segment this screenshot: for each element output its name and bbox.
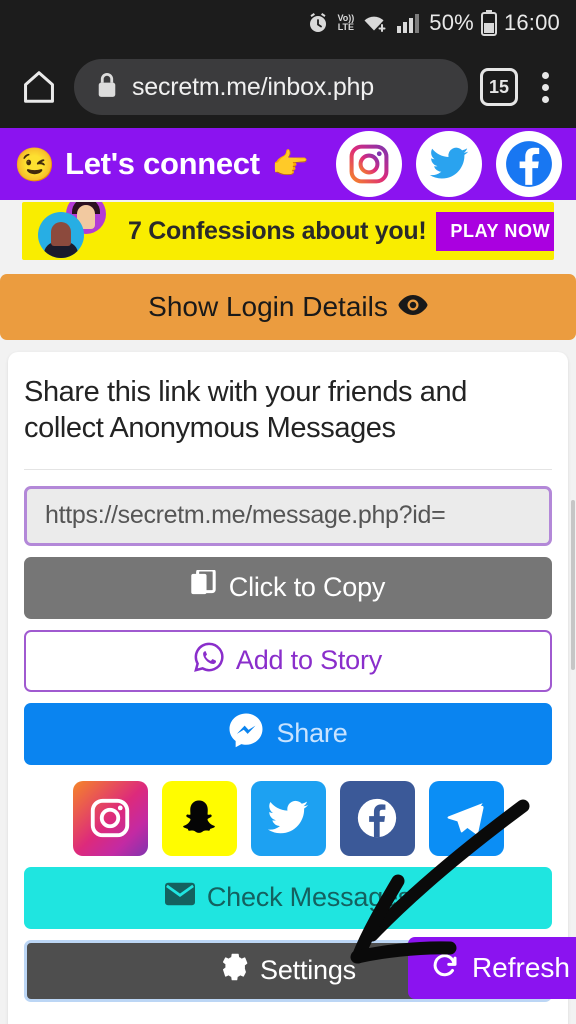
- whatsapp-icon: [194, 642, 224, 679]
- connect-social-icons: [336, 131, 562, 197]
- click-to-copy-label: Click to Copy: [228, 572, 386, 602]
- show-login-details-button[interactable]: Show Login Details: [0, 274, 576, 340]
- show-login-details-label: Show Login Details: [148, 291, 388, 322]
- facebook-icon[interactable]: [496, 131, 562, 197]
- page-title: Share this link with your friends and co…: [24, 376, 467, 445]
- refresh-button[interactable]: Refresh: [407, 937, 576, 999]
- tab-counter-button[interactable]: 15: [480, 68, 518, 106]
- page-scrollbar[interactable]: [571, 500, 575, 670]
- copy-icon: [191, 568, 217, 605]
- ad-banner[interactable]: 7 Confessions about you! PLAY NOW: [22, 202, 554, 260]
- ad-avatars: [32, 202, 118, 260]
- card-spacer: [24, 1002, 552, 1016]
- avatar: [38, 212, 84, 258]
- android-status-bar: Vo)) LTE 50% 16:00: [0, 0, 576, 46]
- address-bar[interactable]: secretm.me/inbox.php: [74, 59, 468, 115]
- web-page-content: 😉 Let's connect 👉 7 Confessions about yo…: [0, 128, 576, 1024]
- twitter-icon[interactable]: [250, 780, 326, 856]
- volte-icon: Vo)) LTE: [337, 13, 355, 32]
- connect-banner-label: Let's connect: [65, 146, 260, 181]
- instagram-icon[interactable]: [336, 131, 402, 197]
- add-to-story-button[interactable]: Add to Story: [24, 629, 552, 692]
- share-link-input[interactable]: [24, 485, 552, 546]
- browser-toolbar: secretm.me/inbox.php 15: [0, 46, 576, 128]
- share-link-card: Share this link with your friends and co…: [8, 352, 568, 1024]
- social-share-row: [24, 780, 552, 856]
- home-icon[interactable]: [16, 64, 62, 110]
- settings-label: Settings: [260, 955, 356, 985]
- url-text: secretm.me/inbox.php: [132, 72, 374, 101]
- clock-label: 16:00: [503, 10, 560, 35]
- wink-emoji: 😉: [14, 145, 56, 183]
- messenger-share-label: Share: [276, 718, 348, 748]
- alarm-clock-icon: [306, 11, 330, 35]
- check-messages-button[interactable]: Check Messages: [24, 866, 552, 929]
- wifi-icon: [361, 12, 389, 34]
- three-dot-menu-icon[interactable]: [530, 71, 560, 103]
- ad-headline: 7 Confessions about you!: [128, 216, 427, 245]
- refresh-icon: [430, 950, 460, 987]
- twitter-icon[interactable]: [416, 131, 482, 197]
- snapchat-icon[interactable]: [161, 780, 237, 856]
- add-to-story-label: Add to Story: [235, 645, 383, 675]
- lock-icon: [96, 72, 118, 103]
- login-button-wrapper: Show Login Details: [0, 274, 576, 340]
- click-to-copy-button[interactable]: Click to Copy: [24, 556, 552, 619]
- pointing-hand-emoji: 👉: [271, 147, 310, 181]
- messenger-icon: [228, 712, 264, 755]
- battery-percent-label: 50%: [429, 10, 474, 35]
- divider: [24, 468, 552, 470]
- facebook-icon[interactable]: [339, 780, 415, 856]
- phone-screen: Vo)) LTE 50% 16:00 secretm.me/inbox.php 1…: [0, 0, 576, 1024]
- telegram-icon[interactable]: [428, 780, 504, 856]
- envelope-icon: [164, 882, 195, 913]
- gear-icon: [220, 953, 248, 988]
- instagram-icon[interactable]: [72, 780, 148, 856]
- ad-play-now-button[interactable]: PLAY NOW: [436, 211, 554, 251]
- eye-icon: [398, 291, 428, 323]
- ad-banner-wrapper: 7 Confessions about you! PLAY NOW: [0, 200, 576, 274]
- connect-banner[interactable]: 😉 Let's connect 👉: [0, 128, 576, 200]
- battery-icon: [480, 10, 497, 36]
- messenger-share-button[interactable]: Share: [24, 702, 552, 765]
- refresh-label: Refresh: [471, 952, 570, 983]
- cellular-signal-icon: [396, 12, 422, 34]
- check-messages-label: Check Messages: [206, 882, 412, 912]
